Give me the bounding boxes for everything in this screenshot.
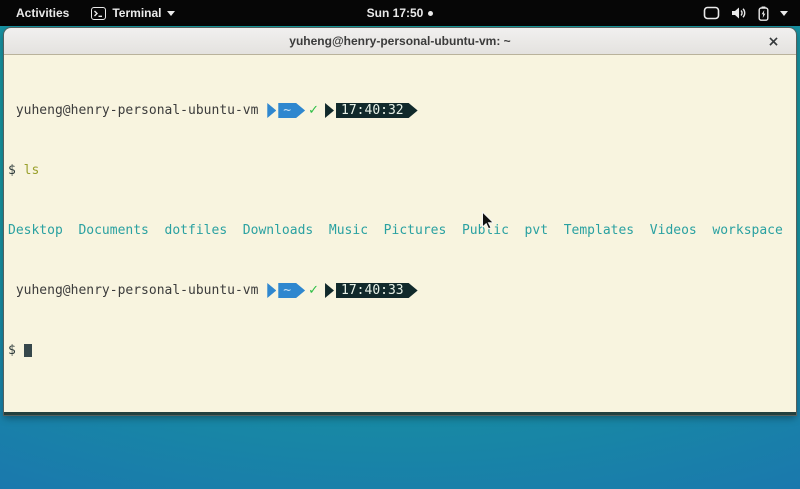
prompt-user: yuheng@henry-personal-ubuntu-vm	[8, 283, 266, 298]
terminal-window: yuheng@henry-personal-ubuntu-vm: ~ × yuh…	[4, 28, 796, 415]
status-check-icon: ✓	[305, 283, 324, 298]
status-check-icon: ✓	[305, 103, 324, 118]
activities-button[interactable]: Activities	[12, 4, 73, 22]
app-menu-label: Terminal	[112, 6, 161, 20]
command-line: $ ls	[8, 163, 792, 178]
prompt-user: yuheng@henry-personal-ubuntu-vm	[8, 103, 266, 118]
prompt-time-segment: 17:40:33	[336, 283, 418, 298]
clock-label[interactable]: Sun 17:50	[367, 6, 424, 20]
prompt-symbol: $	[8, 343, 24, 358]
battery-charging-icon	[758, 6, 769, 21]
terminal-screen[interactable]: yuheng@henry-personal-ubuntu-vm ~ ✓ 17:4…	[4, 55, 796, 415]
prompt-path-segment: ~	[278, 283, 305, 298]
volume-icon	[731, 6, 747, 20]
app-menu-terminal[interactable]: Terminal	[91, 6, 175, 20]
terminal-icon	[91, 7, 106, 20]
input-line: $	[8, 343, 792, 358]
powerline-arrow-icon	[325, 283, 334, 298]
command-text: ls	[24, 163, 40, 178]
close-button[interactable]: ×	[765, 33, 782, 50]
powerline-arrow-icon	[267, 103, 276, 118]
powerline-arrow-icon	[325, 103, 334, 118]
prompt-symbol: $	[8, 163, 24, 178]
prompt-line: yuheng@henry-personal-ubuntu-vm ~ ✓ 17:4…	[8, 103, 792, 118]
mouse-cursor-icon	[481, 211, 495, 231]
chevron-down-icon	[167, 11, 175, 16]
window-titlebar[interactable]: yuheng@henry-personal-ubuntu-vm: ~ ×	[4, 28, 796, 55]
prompt-path-segment: ~	[278, 103, 305, 118]
notification-dot-icon	[428, 11, 433, 16]
top-bar: Activities Terminal Sun 17:50	[0, 0, 800, 26]
system-status-menu[interactable]	[703, 0, 792, 26]
ls-output: Desktop Documents dotfiles Downloads Mus…	[8, 223, 792, 238]
window-title: yuheng@henry-personal-ubuntu-vm: ~	[289, 34, 510, 48]
terminal-cursor	[24, 344, 32, 357]
prompt-time-segment: 17:40:32	[336, 103, 418, 118]
powerline-arrow-icon	[267, 283, 276, 298]
prompt-line: yuheng@henry-personal-ubuntu-vm ~ ✓ 17:4…	[8, 283, 792, 298]
screencast-icon	[703, 6, 720, 20]
chevron-down-icon	[780, 11, 788, 16]
